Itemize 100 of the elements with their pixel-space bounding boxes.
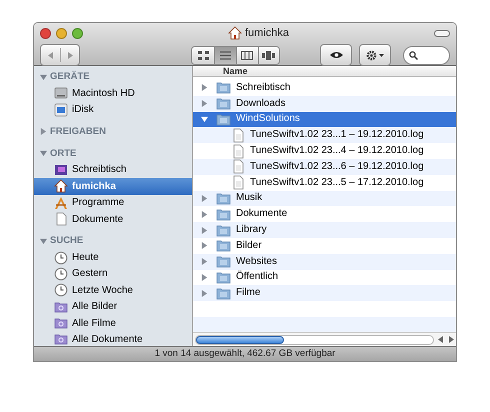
column-header[interactable]: Name [223, 66, 248, 76]
smart-folder-icon [54, 316, 68, 330]
scroll-right-icon[interactable] [446, 336, 456, 343]
file-row[interactable]: Websites [193, 254, 456, 270]
caret-icon [378, 54, 384, 56]
close-button[interactable] [40, 28, 51, 38]
sidebar-item[interactable]: fumichka [34, 178, 192, 195]
sidebar-item[interactable]: Schreibtisch [34, 162, 192, 178]
view-mode-button[interactable] [236, 46, 258, 64]
idisk-icon [54, 102, 68, 117]
file-name: TuneSwiftv1.02 23...4 – 19.12.2010.log [250, 146, 424, 156]
quick-look-button[interactable] [320, 44, 352, 66]
back-icon [48, 52, 53, 58]
sidebar-item[interactable]: Gestern [34, 266, 192, 282]
gear-icon [366, 50, 377, 60]
file-name: TuneSwiftv1.02 23...1 – 19.12.2010.log [250, 130, 424, 140]
forward-icon [68, 52, 73, 58]
file-name: Downloads [236, 98, 286, 109]
collapsed-triangle-icon[interactable] [201, 258, 208, 266]
file-row[interactable]: Musik [193, 190, 456, 206]
sidebar-item[interactable]: Letzte Woche [34, 282, 192, 299]
collapsed-triangle-icon[interactable] [201, 226, 208, 234]
list-view-icon [220, 50, 232, 60]
scroll-thumb[interactable] [196, 336, 284, 344]
file-name: WindSolutions [236, 114, 300, 124]
smart-folder-icon [54, 332, 68, 346]
collapsed-triangle-icon[interactable] [201, 290, 208, 297]
sidebar-item[interactable]: Alle Dokumente [34, 331, 192, 348]
folder-icon [216, 224, 231, 237]
icon-view-icon [198, 50, 209, 60]
folder-icon [216, 208, 231, 221]
action-menu-button[interactable] [358, 44, 391, 66]
sidebar-item[interactable]: Alle Bilder [34, 298, 192, 315]
folder-icon [216, 286, 231, 300]
file-name: Websites [236, 256, 277, 267]
folder-icon [216, 192, 231, 205]
sidebar-item[interactable]: Dokumente [34, 210, 192, 228]
sidebar-item[interactable]: iDisk [34, 101, 192, 118]
sidebar-section-title: FREIGABEN [50, 124, 106, 139]
horizontal-scrollbar[interactable] [195, 334, 434, 344]
expanded-triangle-icon[interactable] [201, 116, 208, 123]
collapsed-triangle-icon[interactable] [201, 242, 208, 250]
file-row[interactable]: WindSolutions [193, 112, 456, 128]
search-field[interactable] [402, 46, 450, 64]
sidebar-item[interactable]: Heute [34, 249, 192, 266]
desktop-icon [54, 162, 68, 177]
view-mode-button[interactable] [192, 46, 214, 64]
expanded-triangle-icon[interactable] [40, 238, 47, 245]
view-mode-button[interactable] [258, 46, 280, 64]
back-forward-control[interactable] [40, 44, 80, 66]
sidebar-item[interactable]: Programme [34, 194, 192, 211]
file-name: Öffentlich [236, 272, 278, 282]
zoom-button[interactable] [72, 28, 83, 38]
eye-icon [330, 51, 343, 59]
collapsed-triangle-icon[interactable] [201, 274, 208, 281]
file-row[interactable]: Filme [193, 285, 456, 302]
folder-icon [216, 81, 231, 94]
minimize-button[interactable] [56, 28, 67, 38]
expanded-triangle-icon[interactable] [40, 150, 47, 158]
file-name: Library [236, 225, 267, 236]
clock-icon [54, 266, 68, 281]
clock-icon [54, 250, 68, 265]
collapsed-triangle-icon[interactable] [201, 194, 208, 202]
file-name: Musik [236, 193, 262, 204]
document-icon [54, 212, 68, 226]
file-row[interactable]: TuneSwiftv1.02 23...6 – 19.12.2010.log [193, 158, 456, 175]
apps-icon [54, 196, 68, 210]
folder-icon [216, 97, 231, 110]
file-row[interactable]: Öffentlich [193, 270, 456, 286]
collapsed-triangle-icon[interactable] [201, 84, 208, 92]
document-icon [232, 175, 245, 190]
folder-icon [216, 112, 231, 126]
file-name: Dokumente [236, 209, 288, 220]
smart-folder-icon [54, 300, 68, 314]
file-row[interactable]: Library [193, 222, 456, 238]
clock-icon [54, 283, 68, 298]
expanded-triangle-icon[interactable] [40, 74, 47, 80]
sidebar-item[interactable]: Macintosh HD [34, 85, 192, 102]
document-icon [232, 128, 245, 143]
document-icon [232, 144, 245, 159]
file-name: Bilder [236, 240, 262, 251]
sidebar-section-title: ORTE [50, 146, 76, 161]
search-icon [408, 50, 418, 60]
house-icon [54, 179, 68, 194]
file-name: TuneSwiftv1.02 23...5 – 17.12.2010.log [250, 178, 424, 188]
file-row[interactable]: Downloads [193, 96, 456, 112]
toolbar-toggle-button[interactable] [434, 30, 450, 36]
folder-icon [216, 239, 231, 252]
collapsed-triangle-icon[interactable] [201, 210, 208, 218]
file-row[interactable]: TuneSwiftv1.02 23...1 – 19.12.2010.log [193, 127, 456, 144]
collapsed-triangle-icon[interactable] [40, 128, 47, 136]
scroll-left-icon[interactable] [436, 336, 446, 343]
cover-flow-icon [262, 50, 276, 60]
status-text: 1 von 14 ausgewählt, 462.67 GB verfügbar [154, 346, 336, 361]
view-mode-button[interactable] [214, 46, 236, 64]
file-name: Filme [236, 288, 260, 298]
collapsed-triangle-icon[interactable] [201, 100, 208, 108]
house-icon [228, 26, 242, 40]
sidebar-item[interactable]: Alle Filme [34, 314, 192, 332]
window-title: fumichka [244, 26, 290, 41]
